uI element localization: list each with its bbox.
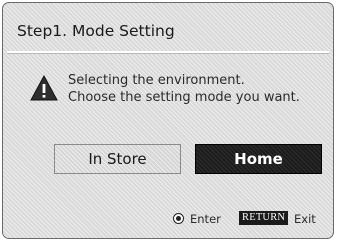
- message-line-1: Selecting the environment.: [68, 73, 245, 88]
- return-key-badge: RETURN: [239, 211, 289, 225]
- message-line-2: Choose the setting mode you want.: [68, 90, 300, 105]
- warning-icon: [30, 75, 58, 101]
- enter-label: Enter: [190, 212, 221, 226]
- title-divider: [7, 51, 329, 54]
- mode-setting-dialog: Step1. Mode Setting Selecting the enviro…: [2, 2, 334, 239]
- ok-button-icon: [173, 213, 184, 224]
- home-button[interactable]: Home: [195, 144, 322, 174]
- in-store-button[interactable]: In Store: [54, 144, 181, 174]
- exit-label: Exit: [294, 212, 316, 226]
- dialog-message: Selecting the environment. Choose the se…: [68, 72, 300, 106]
- dialog-title: Step1. Mode Setting: [17, 22, 175, 40]
